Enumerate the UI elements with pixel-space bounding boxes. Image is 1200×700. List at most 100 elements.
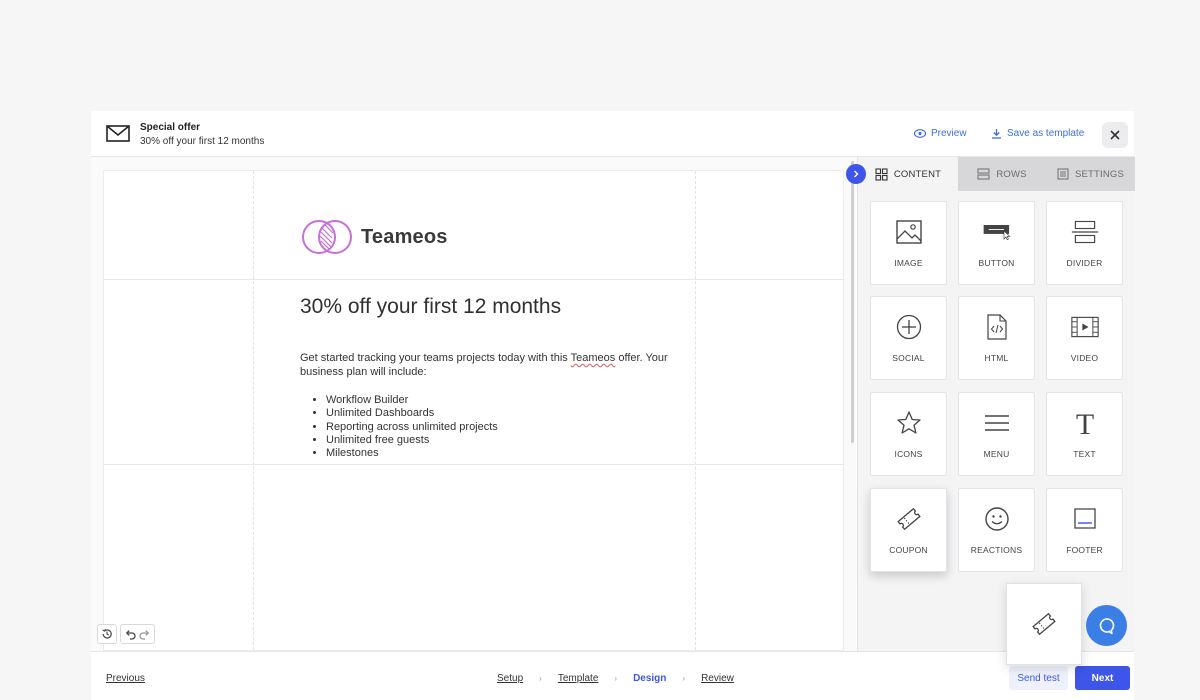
block-social[interactable]: SOCIAL [870,296,947,380]
save-as-template-label: Save as template [1007,128,1085,139]
block-reactions[interactable]: REACTIONS [958,488,1035,572]
chat-icon [1099,617,1114,634]
block-label: FOOTER [1066,545,1103,555]
editor-header: Special offer 30% off your first 12 mont… [91,111,1134,157]
body-text-start: Get started tracking your teams projects… [300,352,571,364]
svg-text:T: T [1075,409,1093,437]
step-separator-icon: › [614,674,618,683]
smiley-icon [984,507,1009,531]
image-icon [895,220,922,244]
block-button[interactable]: BUTTON [958,201,1035,285]
email-editor-window: Special offer 30% off your first 12 mont… [91,111,1135,700]
block-video[interactable]: VIDEO [1046,296,1123,380]
block-coupon[interactable]: COUPON [870,488,947,572]
panel-tabs: CONTENT ROWS SETTINGS [858,157,1135,191]
block-divider[interactable]: DIVIDER [1046,201,1123,285]
email-sheet: Teameos 30% off your first 12 months Get… [103,170,844,651]
step-template[interactable]: Template [558,673,599,684]
block-label: ICONS [894,449,923,459]
star-icon [896,411,921,434]
send-test-button[interactable]: Send test [1009,666,1068,690]
block-html[interactable]: HTML [958,296,1035,380]
campaign-title: Special offer [140,122,201,133]
block-label: IMAGE [894,258,923,268]
list-item: Milestones [326,447,498,460]
email-canvas[interactable]: Teameos 30% off your first 12 months Get… [91,157,857,651]
html-icon [986,314,1007,340]
tab-settings-label: SETTINGS [1074,168,1125,180]
block-label: REACTIONS [970,545,1023,555]
button-icon [983,225,1010,241]
list-item: Workflow Builder [326,394,498,407]
divider-icon [1071,220,1098,244]
envelope-icon [106,125,130,142]
block-label: BUTTON [978,258,1015,268]
body-brand-name: Teameos [570,352,616,364]
block-text[interactable]: T TEXT [1046,392,1123,476]
rows-icon [977,168,990,180]
wizard-steps: Setup › Template › Design › Review [497,673,734,684]
settings-icon [1057,168,1069,180]
row-divider [104,464,843,465]
block-label: COUPON [889,545,928,555]
tab-content[interactable]: CONTENT [858,157,958,191]
coupon-icon [896,507,921,531]
canvas-scrollbar[interactable] [851,161,854,443]
feature-list[interactable]: Workflow Builder Unlimited Dashboards Re… [326,394,498,460]
row-divider [104,279,843,280]
undo-redo-group [120,624,155,644]
block-footer[interactable]: FOOTER [1046,488,1123,572]
previous-link[interactable]: Previous [106,673,145,684]
block-label: HTML [984,353,1009,363]
history-button[interactable] [97,624,117,644]
brand-logo[interactable]: Teameos [301,218,448,256]
redo-icon[interactable] [139,628,151,640]
campaign-subject: 30% off your first 12 months [140,136,265,147]
download-icon [992,129,1001,139]
email-body-text[interactable]: Get started tracking your teams projects… [300,351,690,379]
column-guide [253,171,254,650]
editor-footer: Previous Setup › Template › Design › Rev… [91,651,1134,700]
text-icon: T [1075,409,1093,437]
undo-icon[interactable] [124,628,136,640]
next-button[interactable]: Next [1075,666,1130,690]
logo-mark-icon [302,220,352,254]
step-setup[interactable]: Setup [497,673,523,684]
chevron-right-icon [854,170,859,178]
step-separator-icon: › [539,674,542,683]
block-label: DIVIDER [1066,258,1103,268]
tab-rows[interactable]: ROWS [958,157,1046,191]
preview-button[interactable]: Preview [914,128,967,139]
block-label: TEXT [1073,449,1096,459]
history-icon [102,628,112,639]
list-item: Reporting across unlimited projects [326,421,498,434]
tab-settings[interactable]: SETTINGS [1046,157,1135,191]
close-icon [1110,130,1120,140]
save-as-template-button[interactable]: Save as template [991,128,1084,139]
step-design[interactable]: Design [633,673,666,684]
menu-icon [984,415,1009,431]
block-label: SOCIAL [892,353,925,363]
history-toolbar [97,624,155,644]
preview-label: Preview [931,128,967,139]
social-icon [896,314,921,340]
content-panel: CONTENT ROWS SETTINGS IMAGE BUTTON DIVID… [857,157,1135,665]
email-headline[interactable]: 30% off your first 12 months [300,295,561,319]
step-review[interactable]: Review [701,673,734,684]
chat-support-button[interactable] [1086,605,1127,646]
block-icons[interactable]: ICONS [870,392,947,476]
collapse-panel-button[interactable] [846,164,866,184]
eye-icon [914,129,926,138]
grid-icon [875,167,888,181]
list-item: Unlimited Dashboards [326,407,498,420]
block-menu[interactable]: MENU [958,392,1035,476]
block-image[interactable]: IMAGE [870,201,947,285]
footer-icon [1073,508,1096,529]
coupon-icon [1032,612,1056,636]
close-button[interactable] [1102,122,1128,148]
video-icon [1070,316,1099,338]
tab-content-label: CONTENT [893,168,942,180]
dragged-coupon-block[interactable] [1006,583,1082,665]
logo-wordmark: Teameos [361,225,448,248]
block-label: MENU [983,449,1010,459]
